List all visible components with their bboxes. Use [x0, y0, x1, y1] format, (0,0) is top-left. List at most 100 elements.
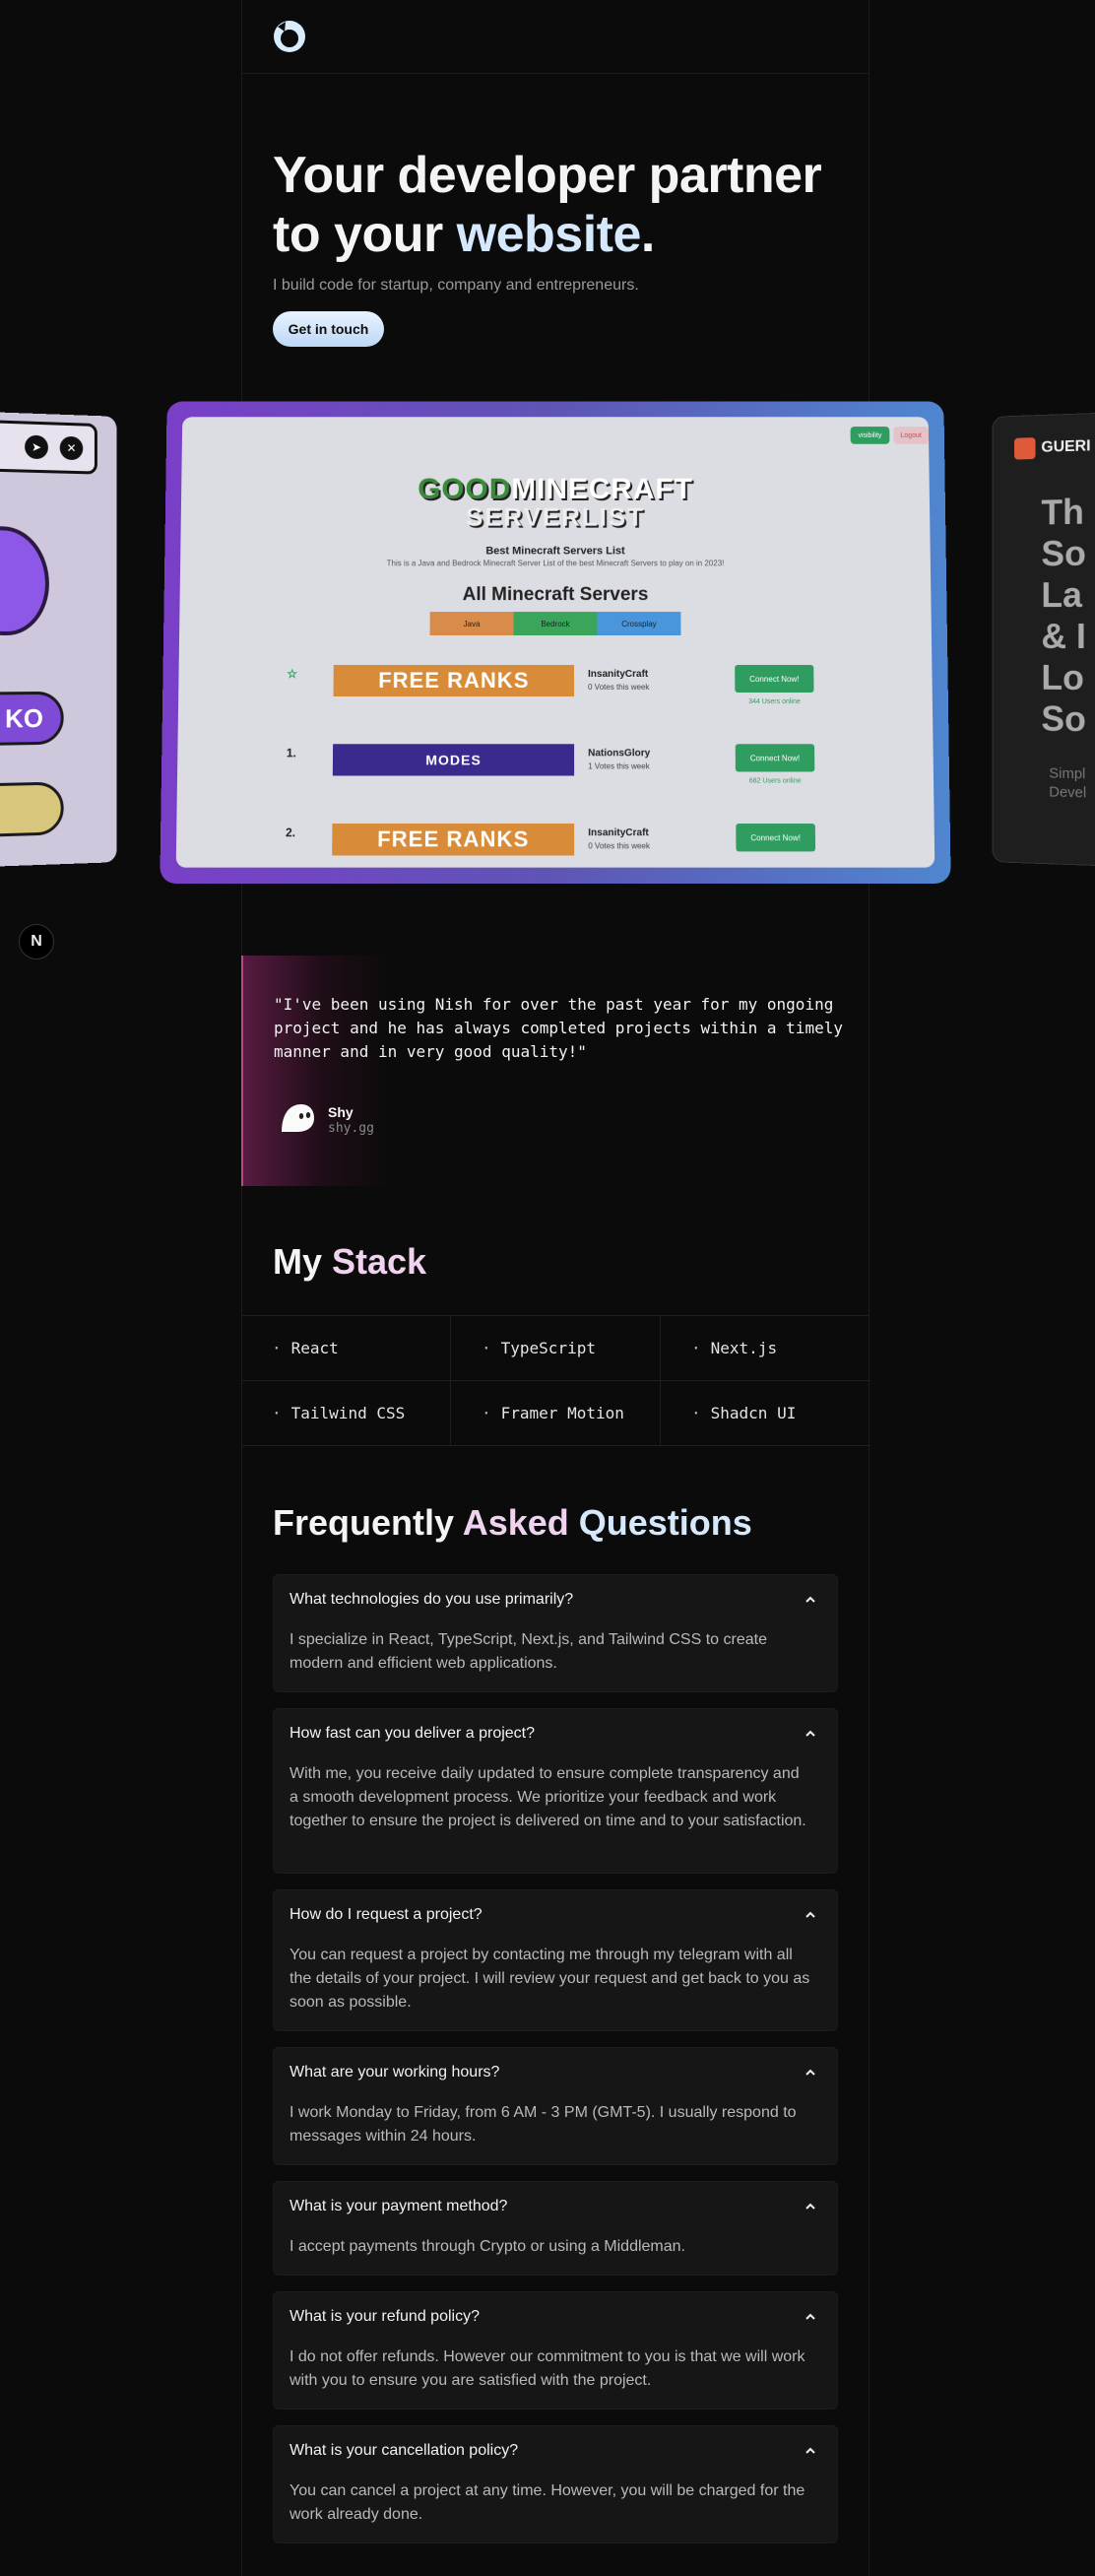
right-card-headline-line: So	[1041, 698, 1085, 741]
faq-answer: With me, you receive daily updated to en…	[290, 1762, 811, 1833]
faq-item[interactable]: How fast can you deliver a project? With…	[273, 1708, 838, 1874]
server-online: 682 Users online	[736, 778, 814, 785]
right-card-headline-line: So	[1041, 533, 1085, 575]
chevron-up-icon[interactable]	[804, 2310, 817, 2324]
x-icon[interactable]: ✕	[60, 436, 84, 461]
faq-question[interactable]: How do I request a project?	[290, 1906, 483, 1924]
faq-item[interactable]: What is your payment method? I accept pa…	[273, 2181, 838, 2276]
faq-title: Frequently Asked Questions	[273, 1502, 752, 1544]
stack-grid: React TypeScript Next.js Tailwind CSS Fr…	[241, 1315, 870, 1445]
faq-question[interactable]: What is your refund policy?	[290, 2308, 480, 2326]
site-header	[241, 0, 870, 74]
logo-text-serverlist: SERVERLIST	[418, 502, 693, 533]
preview-button: KO	[0, 692, 64, 747]
faq-question[interactable]: What is your cancellation policy?	[290, 2442, 518, 2460]
telegram-icon[interactable]: ➤	[25, 435, 48, 460]
server-votes: 0 Votes this week	[588, 841, 650, 850]
faq-item[interactable]: What is your refund policy? I do not off…	[273, 2291, 838, 2410]
faq-question[interactable]: What is your payment method?	[290, 2198, 507, 2215]
server-row: 2. FREE RANKS InsanityCraft 0 Votes this…	[271, 824, 875, 860]
right-card-headline-line: & I	[1041, 616, 1085, 657]
chevron-up-icon[interactable]	[804, 1593, 817, 1607]
faq-item[interactable]: What technologies do you use primarily? …	[273, 1574, 838, 1692]
connect-button: Connect Now!	[736, 824, 815, 851]
project-card-main[interactable]: visibility Logout GOODMINECRAFT SERVERLI…	[160, 402, 950, 884]
chevron-up-icon[interactable]	[804, 2444, 817, 2458]
mc-heading: Best Minecraft Servers List	[180, 545, 931, 557]
connect-button: Connect Now!	[735, 665, 813, 693]
faq-answer: You can cancel a project at any time. Ho…	[290, 2479, 811, 2527]
stack-item-tailwind: Tailwind CSS	[241, 1381, 451, 1446]
mc-tabs: Java Bedrock Crossplay	[430, 612, 681, 635]
server-votes: 1 Votes this week	[588, 761, 650, 770]
server-online: 344 Users online	[735, 698, 813, 705]
right-card-headline: Th So La & I Lo So	[1041, 492, 1085, 741]
hero-title-line1: Your developer partner	[273, 147, 821, 204]
right-card-headline-line: Th	[1041, 492, 1085, 534]
server-row: ☆ FREE RANKS InsanityCraft 0 Votes this …	[272, 665, 872, 700]
logo-text-good: GOOD	[418, 473, 511, 505]
faq-answer: I accept payments through Crypto or usin…	[290, 2235, 811, 2259]
chevron-up-icon[interactable]	[804, 2200, 817, 2213]
right-card-subtext-line: Devel	[1049, 783, 1086, 803]
top-button-visibility: visibility	[851, 427, 890, 444]
server-name: InsanityCraft	[588, 669, 648, 680]
chevron-up-icon[interactable]	[804, 2066, 817, 2080]
server-banner: FREE RANKS	[332, 824, 574, 855]
server-banner: FREE RANKS	[334, 665, 575, 696]
faq-answer: I do not offer refunds. However our comm…	[290, 2345, 811, 2393]
right-card-subtext: Simpl Devel	[1049, 764, 1086, 803]
faq-item[interactable]: How do I request a project? You can requ…	[273, 1889, 838, 2031]
preview-button-secondary	[0, 781, 64, 837]
faq-question[interactable]: How fast can you deliver a project?	[290, 1725, 535, 1743]
connect-button: Connect Now!	[736, 744, 815, 771]
hero-subtitle: I build code for startup, company and en…	[273, 277, 639, 295]
author-name: Shy	[328, 1104, 354, 1120]
testimonial: "I've been using Nish for over the past …	[241, 956, 870, 1186]
stack-title-b: Stack	[332, 1241, 426, 1282]
right-card-headline-line: La	[1041, 574, 1085, 616]
right-card-subtext-line: Simpl	[1049, 764, 1086, 784]
chevron-up-icon[interactable]	[804, 1908, 817, 1922]
testimonial-quote: "I've been using Nish for over the past …	[274, 993, 845, 1064]
faq-title-c: Questions	[579, 1502, 752, 1543]
right-card-headline-line: Lo	[1041, 657, 1085, 698]
faq-answer: You can request a project by contacting …	[290, 1944, 811, 2015]
stack-item-nextjs: Next.js	[661, 1316, 870, 1381]
hero-title-prefix: to your	[273, 206, 457, 263]
project-card-right[interactable]: GUERI Th So La & I Lo So Simpl Devel	[993, 411, 1095, 868]
brand-icon	[1014, 437, 1035, 459]
mc-tab-java: Java	[430, 612, 514, 635]
logo-icon[interactable]	[272, 19, 307, 54]
stack-item-framer-motion: Framer Motion	[451, 1381, 661, 1446]
server-rank: 1.	[272, 746, 311, 760]
hero-title: Your developer partner to your website.	[273, 146, 864, 264]
stack-title-a: My	[273, 1241, 332, 1282]
social-pill: ➤ ✕	[0, 419, 97, 474]
faq-answer: I work Monday to Friday, from 6 AM - 3 P…	[290, 2101, 811, 2148]
mc-section-title: All Minecraft Servers	[179, 584, 931, 606]
faq-question[interactable]: What are your working hours?	[290, 2064, 499, 2081]
project-card-left[interactable]: ➤ ✕ KO	[0, 411, 116, 868]
server-votes: 0 Votes this week	[588, 683, 649, 692]
faq-item[interactable]: What is your cancellation policy? You ca…	[273, 2425, 838, 2543]
hero-title-accent: website	[457, 206, 641, 263]
stack-item-shadcn: Shadcn UI	[661, 1381, 870, 1446]
mc-tab-bedrock: Bedrock	[514, 612, 598, 635]
stack-title: My Stack	[273, 1241, 426, 1283]
blob-illustration	[0, 526, 49, 635]
get-in-touch-button[interactable]: Get in touch	[273, 311, 384, 347]
faq-item[interactable]: What are your working hours? I work Mond…	[273, 2047, 838, 2165]
faq-title-b: Asked	[463, 1502, 579, 1543]
top-button-logout: Logout	[893, 427, 929, 444]
faq-question[interactable]: What technologies do you use primarily?	[290, 1591, 573, 1609]
server-banner: MODES	[333, 744, 574, 775]
stack-item-react: React	[241, 1316, 451, 1381]
avatar	[280, 1100, 315, 1136]
chevron-up-icon[interactable]	[804, 1727, 817, 1741]
minecraft-logo: GOODMINECRAFT SERVERLIST	[418, 473, 693, 532]
server-rank: ☆	[273, 667, 312, 681]
author-handle: shy.gg	[328, 1121, 374, 1136]
right-card-brand-text: GUERI	[1041, 438, 1090, 457]
nextjs-badge-icon[interactable]: N	[19, 924, 54, 959]
